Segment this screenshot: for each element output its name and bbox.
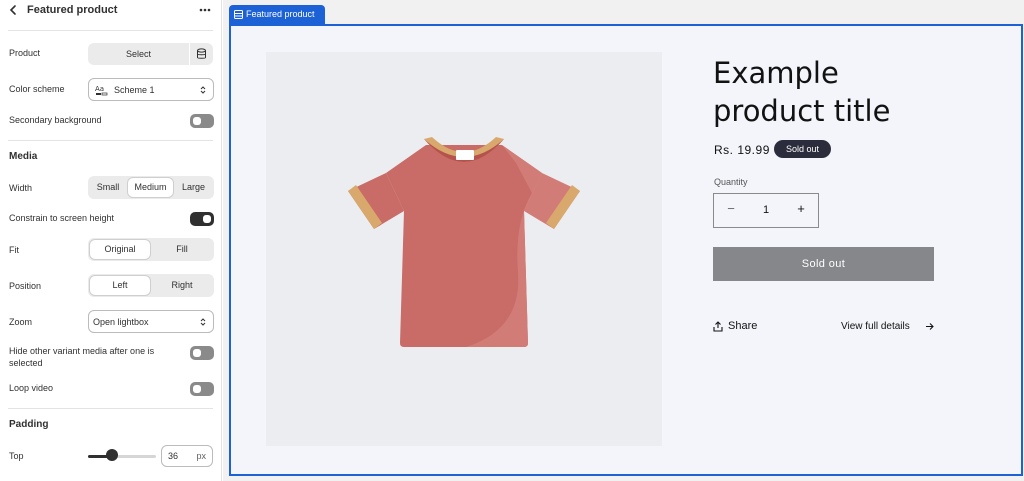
constrain-label: Constrain to screen height: [9, 213, 115, 223]
select-chevron-icon: [200, 86, 206, 94]
padding-top-slider-track[interactable]: [88, 455, 156, 458]
more-horizontal-icon[interactable]: [198, 4, 212, 16]
fit-option-fill[interactable]: Fill: [152, 240, 212, 259]
padding-top-slider-thumb[interactable]: [106, 449, 118, 461]
color-scheme-label: Color scheme: [9, 84, 65, 94]
sold-out-button[interactable]: Sold out: [713, 247, 934, 281]
product-title: Example product title: [713, 56, 891, 128]
divider: [8, 408, 213, 409]
divider: [8, 140, 213, 141]
position-option-right[interactable]: Right: [152, 276, 212, 295]
padding-section-title: Padding: [9, 419, 49, 430]
color-scheme-select[interactable]: Aa Scheme 1: [88, 78, 214, 101]
typography-icon: Aa: [95, 85, 108, 96]
fit-label: Fit: [9, 245, 19, 255]
fit-segmented-control: Original Fill: [88, 238, 214, 261]
width-option-large[interactable]: Large: [175, 178, 212, 197]
quantity-stepper: − 1 +: [713, 193, 819, 228]
media-section-title: Media: [9, 151, 38, 162]
padding-top-unit: px: [196, 451, 206, 461]
product-price: Rs. 19.99: [714, 143, 770, 157]
secondary-background-label: Secondary background: [9, 115, 102, 125]
padding-top-label: Top: [9, 451, 24, 461]
product-label: Product: [9, 48, 41, 58]
arrow-right-icon: [926, 323, 934, 330]
quantity-label: Quantity: [714, 177, 748, 187]
position-label: Position: [9, 281, 42, 291]
share-label: Share: [728, 320, 758, 332]
width-option-medium[interactable]: Medium: [128, 178, 173, 197]
section-tag-label: Featured product: [246, 9, 315, 19]
zoom-label: Zoom: [9, 317, 33, 327]
width-label: Width: [9, 183, 33, 193]
padding-top-value: 36: [168, 451, 179, 461]
sold-out-badge: Sold out: [774, 140, 831, 158]
zoom-select[interactable]: Open lightbox: [88, 310, 214, 333]
zoom-value: Open lightbox: [93, 317, 149, 327]
position-segmented-control: Left Right: [88, 274, 214, 297]
panel-title: Featured product: [27, 4, 118, 16]
hide-variant-label: Hide other variant media after one is: [9, 346, 155, 356]
share-icon: [713, 321, 723, 332]
divider: [8, 30, 213, 31]
select-chevron-icon: [200, 318, 206, 326]
padding-top-input[interactable]: 36 px: [161, 445, 213, 467]
section-icon: [234, 10, 243, 19]
loop-video-toggle[interactable]: [190, 382, 214, 396]
svg-text:Aa: Aa: [95, 85, 104, 93]
select-product-button[interactable]: Select: [88, 43, 189, 65]
quantity-minus-button[interactable]: −: [724, 201, 738, 219]
section-tag[interactable]: Featured product: [229, 5, 325, 24]
database-icon: [197, 48, 206, 59]
quantity-plus-button[interactable]: +: [794, 201, 808, 219]
hide-variant-toggle[interactable]: [190, 346, 214, 360]
width-segmented-control: Small Medium Large: [88, 176, 214, 199]
hide-variant-label-line2: selected: [9, 358, 43, 368]
width-option-small[interactable]: Small: [90, 178, 126, 197]
color-scheme-value: Scheme 1: [114, 85, 155, 95]
position-option-left[interactable]: Left: [90, 276, 150, 295]
panel-header: Featured product: [0, 0, 221, 24]
chevron-left-icon[interactable]: [8, 4, 18, 16]
view-full-details-link[interactable]: View full details: [841, 321, 910, 332]
dynamic-source-button[interactable]: [190, 43, 213, 65]
quantity-input[interactable]: 1: [759, 204, 773, 216]
tshirt-image: [348, 137, 580, 347]
settings-panel: Featured product Product Select Color sc…: [0, 0, 222, 481]
fit-option-original[interactable]: Original: [90, 240, 150, 259]
secondary-background-toggle[interactable]: [190, 114, 214, 128]
loop-video-label: Loop video: [9, 383, 54, 393]
constrain-toggle[interactable]: [190, 212, 214, 226]
